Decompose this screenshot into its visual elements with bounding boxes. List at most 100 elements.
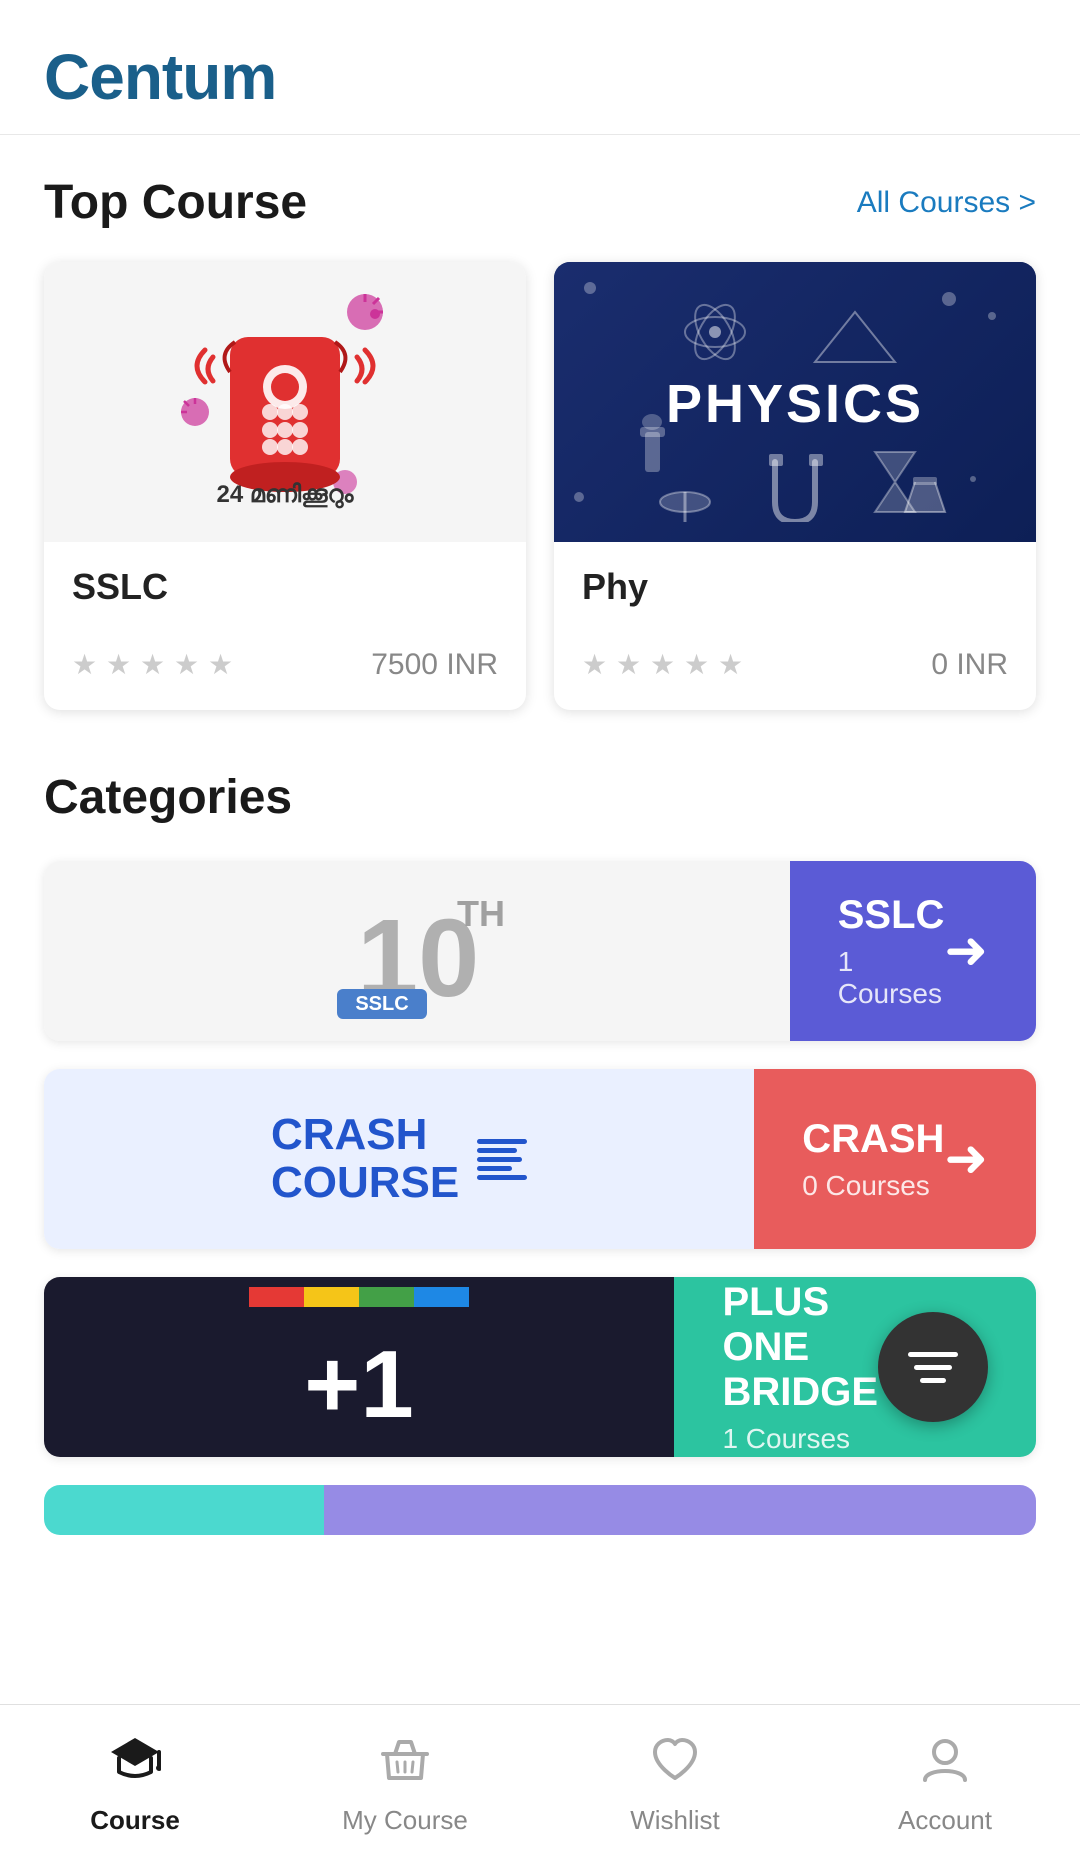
sslc-10-svg: 10 TH SSLC [307, 871, 527, 1031]
star-2: ★ [106, 651, 134, 679]
crash-text-1: CRASH [271, 1111, 459, 1159]
partial-cat-info [324, 1485, 1036, 1535]
filter-line-3 [920, 1378, 946, 1383]
filter-line-1 [908, 1352, 958, 1357]
sslc-category-info: SSLC 1 Courses ➜ [790, 861, 1036, 1041]
categories-title: Categories [44, 770, 1036, 825]
filter-line-2 [914, 1365, 952, 1370]
plus-category-info: PLUS ONE BRIDGE 1 Courses [674, 1277, 1036, 1457]
bottom-nav: Course My Course Wishlist [0, 1704, 1080, 1864]
sslc-card-name: SSLC [72, 566, 498, 608]
account-svg [919, 1734, 971, 1786]
course-card-sslc[interactable]: 24 മണിക്കൂറും SSLC ★ ★ ★ ★ ★ 7500 INR [44, 262, 526, 710]
star-5: ★ [718, 651, 746, 679]
sslc-arrow-icon: ➜ [944, 921, 988, 981]
sslc-phone-svg: 24 മണിക്കൂറും [165, 282, 405, 522]
sslc-category-text: SSLC 1 Courses [838, 893, 945, 1010]
all-courses-link[interactable]: All Courses > [857, 186, 1036, 220]
sslc-card-body: SSLC ★ ★ ★ ★ ★ 7500 INR [44, 542, 526, 710]
partial-cat-image [44, 1485, 324, 1535]
my-course-icon [379, 1734, 431, 1795]
plus-one-svg: +1 [249, 1287, 469, 1447]
category-item-crash[interactable]: CRASH COURSE CRASH [44, 1069, 1036, 1249]
plus-category-count: 1 Courses [722, 1423, 878, 1455]
physics-image-inner: PHYSICS [554, 262, 1036, 542]
crash-arrow-icon: ➜ [944, 1129, 988, 1189]
partial-category [44, 1485, 1036, 1535]
top-course-title: Top Course [44, 175, 307, 230]
course-cards-row: 24 മണിക്കൂറും SSLC ★ ★ ★ ★ ★ 7500 INR [44, 262, 1036, 710]
filter-fab-button[interactable] [878, 1312, 988, 1422]
category-item-plus[interactable]: +1 PLUS ONE BRIDGE 1 Courses [44, 1277, 1036, 1457]
star-2: ★ [616, 651, 644, 679]
svg-text:PHYSICS: PHYSICS [666, 374, 924, 434]
category-item-sslc[interactable]: 10 TH SSLC SSLC 1 Courses ➜ [44, 861, 1036, 1041]
sslc-category-name: SSLC [838, 893, 945, 938]
crash-text-2: COURSE [271, 1159, 459, 1207]
crash-category-image: CRASH COURSE [44, 1069, 754, 1249]
nav-item-wishlist[interactable]: Wishlist [540, 1724, 810, 1846]
sslc-category-count: 1 Courses [838, 946, 945, 1010]
basket-svg [379, 1734, 431, 1786]
nav-item-course[interactable]: Course [0, 1724, 270, 1846]
plus-category-text: PLUS ONE BRIDGE 1 Courses [722, 1280, 878, 1455]
crash-lines [477, 1139, 527, 1180]
star-5: ★ [208, 651, 236, 679]
sslc-phone-container: 24 മണിക്കൂറും [44, 262, 526, 542]
nav-item-my-course[interactable]: My Course [270, 1724, 540, 1846]
wishlist-nav-label: Wishlist [630, 1805, 720, 1836]
filter-icon [908, 1352, 958, 1383]
crash-category-info: CRASH 0 Courses ➜ [754, 1069, 1036, 1249]
star-3: ★ [650, 651, 678, 679]
star-1: ★ [582, 651, 610, 679]
sslc-card-image: 24 മണിക്കൂറും [44, 262, 526, 542]
crash-line-3 [477, 1157, 522, 1162]
course-card-phy[interactable]: PHYSICS Phy ★ ★ ★ ★ ★ 0 INR [554, 262, 1036, 710]
svg-text:TH: TH [457, 893, 505, 934]
sslc-card-footer: ★ ★ ★ ★ ★ 7500 INR [72, 648, 498, 682]
sslc-price: 7500 INR [371, 648, 498, 682]
star-3: ★ [140, 651, 168, 679]
top-course-section-header: Top Course All Courses > [44, 175, 1036, 230]
phy-card-image: PHYSICS [554, 262, 1036, 542]
account-nav-label: Account [898, 1805, 992, 1836]
sslc-category-image: 10 TH SSLC [44, 861, 790, 1041]
star-4: ★ [684, 651, 712, 679]
phy-card-name: Phy [582, 566, 1008, 608]
crash-text-block: CRASH COURSE [271, 1111, 459, 1208]
crash-line-1 [477, 1139, 527, 1144]
wishlist-icon [649, 1734, 701, 1795]
crash-line-2 [477, 1148, 517, 1153]
svg-text:SSLC: SSLC [355, 993, 408, 1015]
star-1: ★ [72, 651, 100, 679]
sslc-stars: ★ ★ ★ ★ ★ [72, 651, 236, 679]
course-hat-svg [109, 1734, 161, 1786]
phy-card-footer: ★ ★ ★ ★ ★ 0 INR [582, 648, 1008, 682]
phy-stars: ★ ★ ★ ★ ★ [582, 651, 746, 679]
svg-text:+1: +1 [304, 1331, 413, 1438]
plus-category-name: PLUS ONE BRIDGE [722, 1280, 878, 1415]
star-4: ★ [174, 651, 202, 679]
categories-section: Categories 10 TH SSLC SSLC [44, 770, 1036, 1535]
crash-image-inner: CRASH COURSE [271, 1111, 527, 1208]
crash-line-5 [477, 1175, 527, 1180]
physics-svg: PHYSICS [635, 282, 955, 522]
crash-line-4 [477, 1166, 512, 1171]
main-content: Top Course All Courses > [0, 135, 1080, 1655]
nav-item-account[interactable]: Account [810, 1724, 1080, 1846]
category-list: 10 TH SSLC SSLC 1 Courses ➜ [44, 861, 1036, 1535]
plus-category-image: +1 [44, 1277, 674, 1457]
my-course-nav-label: My Course [342, 1805, 468, 1836]
crash-category-count: 0 Courses [802, 1170, 944, 1202]
phy-price: 0 INR [931, 648, 1008, 682]
app-header: Centum [0, 0, 1080, 135]
phy-card-body: Phy ★ ★ ★ ★ ★ 0 INR [554, 542, 1036, 710]
course-nav-label: Course [90, 1805, 180, 1836]
account-icon [919, 1734, 971, 1795]
course-icon [109, 1734, 161, 1795]
heart-svg [649, 1734, 701, 1786]
app-title: Centum [44, 41, 276, 113]
crash-category-text: CRASH 0 Courses [802, 1117, 944, 1202]
crash-category-name: CRASH [802, 1117, 944, 1162]
svg-text:24 മണിക്കൂറും: 24 മണിക്കൂറും [217, 481, 355, 509]
